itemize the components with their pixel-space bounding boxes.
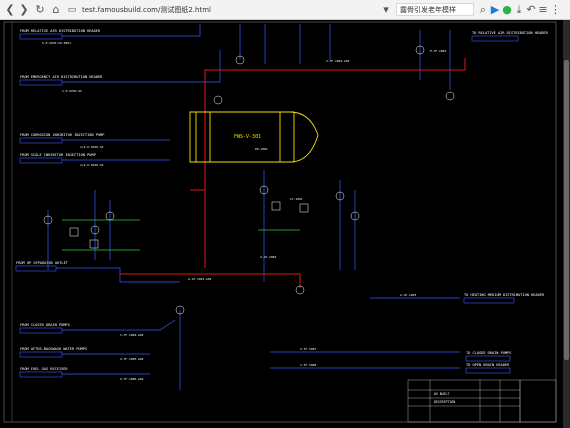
page-icon: ▭ <box>67 5 77 15</box>
svg-text:2-CP-1003: 2-CP-1003 <box>400 293 416 297</box>
left-label: FROM AFTER-BACKWASH WATER PUMPS <box>20 347 87 351</box>
svg-text:1/2-P-XXXX-SS: 1/2-P-XXXX-SS <box>80 145 104 149</box>
svg-text:1/2-P-XXXX-SS: 1/2-P-XXXX-SS <box>80 163 104 167</box>
scrollbar[interactable] <box>563 20 570 428</box>
title-block-label: DESCRIPTION <box>434 400 455 404</box>
search-icon[interactable]: ⌕ <box>478 3 488 17</box>
svg-text:2-TF-1001-A02: 2-TF-1001-A02 <box>326 59 350 63</box>
svg-text:1-TF-1004-A02: 1-TF-1004-A02 <box>120 333 144 337</box>
svg-text:2-TF-1005-A02: 2-TF-1005-A02 <box>120 357 144 361</box>
svg-text:S-P-XXXX-CD-0001: S-P-XXXX-CD-0001 <box>42 41 71 45</box>
left-label: FROM CORROSION INHIBITOR INJECTION PUMP <box>20 133 104 137</box>
svg-text:2-CP-1001-A02: 2-CP-1001-A02 <box>188 277 212 281</box>
left-label: FROM EMERGENCY AIR DISTRIBUTION HEADER <box>20 75 103 79</box>
svg-text:LT-1001: LT-1001 <box>290 197 303 201</box>
svg-text:2-TF-1007: 2-TF-1007 <box>300 347 316 351</box>
home-icon[interactable]: ⌂ <box>50 3 62 17</box>
undo-icon[interactable]: ↶ <box>526 3 536 17</box>
right-label: TO CLOSED DRAIN PUMPS <box>466 351 511 355</box>
svg-text:1-TF-1008: 1-TF-1008 <box>300 363 316 367</box>
more-icon[interactable]: ⋮ <box>550 3 561 17</box>
browser-toolbar: ❮ ❯ ↻ ⌂ ▭ test.famousbuild.com/测试图纸2.htm… <box>0 0 570 20</box>
svg-text:1-P-XXXX-SS: 1-P-XXXX-SS <box>62 89 82 93</box>
left-label: FROM CLOSED DRAIN PUMPS <box>20 323 70 327</box>
forward-icon[interactable]: ❯ <box>18 3 30 17</box>
left-label: FROM SCALE INHIBITOR INJECTION PUMP <box>20 153 96 157</box>
play-icon[interactable]: ▶ <box>490 3 500 17</box>
right-label: TO RELATIVE AIR DISTRIBUTION HEADER <box>472 31 549 35</box>
svg-text:2-TF-1006-A02: 2-TF-1006-A02 <box>120 377 144 381</box>
back-icon[interactable]: ❮ <box>4 3 16 17</box>
extension-icon[interactable]: ● <box>502 3 512 17</box>
scrollbar-thumb[interactable] <box>564 60 569 360</box>
right-label: TO OPEN DRAIN HEADER <box>466 363 510 367</box>
svg-text:P-TF-1001: P-TF-1001 <box>430 49 446 53</box>
pid-drawing[interactable]: FROM RELATIVE AIR DISTRIBUTION HEADER FR… <box>0 20 570 428</box>
svg-text:PD-1001: PD-1001 <box>255 147 268 151</box>
download-icon[interactable]: ⤓ <box>514 3 524 17</box>
address-bar[interactable]: test.famousbuild.com/测试图纸2.html <box>82 3 211 17</box>
right-label: TO HEATING MEDIUM DISTRIBUTION HEADER <box>464 293 545 297</box>
address-dropdown-icon[interactable]: ▾ <box>380 3 392 17</box>
vessel-label: FWS-V-301 <box>234 134 261 140</box>
search-input[interactable]: 露骨引发老年模样 <box>396 3 474 16</box>
left-label: FROM RELATIVE AIR DISTRIBUTION HEADER <box>20 29 101 33</box>
left-label: FROM FUEL GAS RECEIVER <box>20 367 68 371</box>
svg-text:2-CP-1002: 2-CP-1002 <box>260 255 276 259</box>
menu-icon[interactable]: ≡ <box>538 3 548 17</box>
title-block-label: AS BUILT <box>434 392 449 396</box>
reload-icon[interactable]: ↻ <box>34 3 46 17</box>
left-label: FROM HP SEPARATOR OUTLET <box>16 261 69 265</box>
